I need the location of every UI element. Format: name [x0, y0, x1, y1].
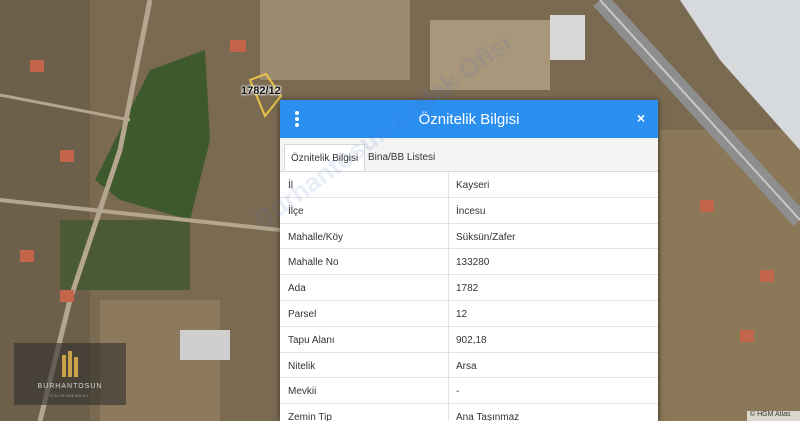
row-key: Ada: [288, 283, 306, 295]
row-key: Zemin Tip: [288, 412, 332, 421]
table-row: İlçe İncesu: [280, 197, 658, 224]
row-key: Parsel: [288, 308, 317, 320]
company-logo: BURHANTOSUN GAYRİMENKUL: [14, 343, 126, 405]
building: [230, 40, 246, 52]
building: [740, 330, 754, 342]
row-value: 1782: [456, 283, 479, 295]
table-row: İl Kayseri: [280, 172, 658, 198]
tab-bar: Öznitelik Bilgisi Bina/BB Listesi: [280, 138, 658, 172]
logo-building-icon: [62, 351, 78, 377]
row-key: Mahalle/Köy: [288, 231, 344, 243]
row-value: Arsa: [456, 360, 477, 372]
building: [60, 150, 74, 162]
table-row: Zemin Tip Ana Taşınmaz: [280, 404, 658, 421]
row-value: Ana Taşınmaz: [456, 412, 520, 421]
tab-building-list[interactable]: Bina/BB Listesi: [362, 144, 441, 171]
table-row: Tapu Alanı 902,18: [280, 326, 658, 353]
panel-title: Öznitelik Bilgisi: [418, 111, 520, 128]
building: [180, 330, 230, 360]
field: [660, 130, 800, 421]
row-value: -: [456, 386, 460, 398]
close-icon[interactable]: ×: [634, 110, 648, 126]
row-key: İl: [288, 180, 293, 191]
table-row: Nitelik Arsa: [280, 352, 658, 379]
field: [430, 20, 550, 90]
row-key: Nitelik: [288, 360, 316, 372]
row-value: 12: [456, 308, 468, 320]
parcel-label: 1782/12: [241, 85, 281, 97]
table-row: Mevkii -: [280, 378, 658, 405]
tab-attribute-info[interactable]: Öznitelik Bilgisi: [284, 144, 366, 171]
orchard: [60, 220, 190, 290]
row-value: 902,18: [456, 334, 487, 346]
table-row: Ada 1782: [280, 275, 658, 301]
building: [60, 290, 74, 302]
row-key: Tapu Alanı: [288, 334, 335, 346]
building: [30, 60, 44, 72]
attribute-table: İl Kayseri İlçe İncesu Mahalle/Köy Süksün/Z…: [280, 172, 658, 421]
row-key: İlçe: [288, 205, 304, 217]
building: [20, 250, 34, 262]
row-value: İncesu: [456, 205, 486, 217]
field: [260, 0, 410, 80]
logo-subtitle: GAYRİMENKUL: [50, 393, 90, 398]
map-attribution: © HGM Atlas: [747, 411, 800, 421]
row-value: 133280: [456, 257, 490, 269]
attribute-info-panel: Öznitelik Bilgisi × Öznitelik Bilgisi Bi…: [280, 100, 658, 421]
table-row: Parsel 12: [280, 300, 658, 327]
building: [700, 200, 714, 212]
building: [550, 15, 585, 60]
row-value: Süksün/Zafer: [456, 231, 516, 243]
panel-header: Öznitelik Bilgisi ×: [280, 100, 658, 138]
table-row: Mahalle No 133280: [280, 249, 658, 276]
table-row: Mahalle/Köy Süksün/Zafer: [280, 223, 658, 250]
logo-name: BURHANTOSUN: [37, 383, 103, 390]
row-key: Mevkii: [288, 386, 317, 398]
row-key: Mahalle No: [288, 257, 339, 269]
row-value: Kayseri: [456, 180, 490, 191]
building: [760, 270, 774, 282]
